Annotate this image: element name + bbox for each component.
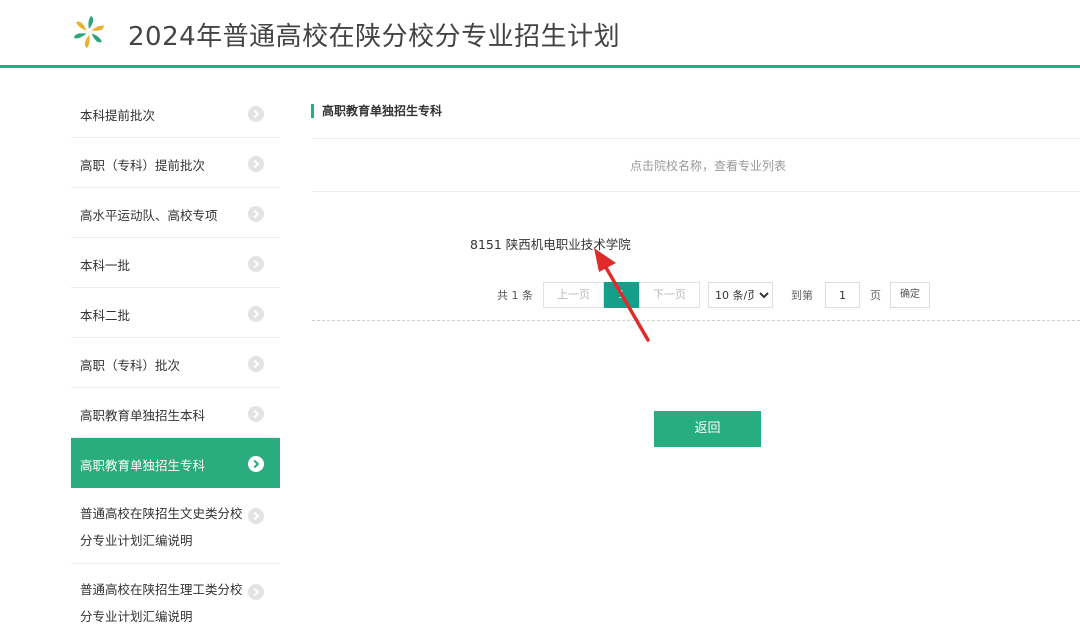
- divider: [312, 138, 1080, 139]
- sidebar-item-undergrad-batch2[interactable]: 本科二批: [71, 288, 280, 338]
- sidebar-item-separate-undergrad[interactable]: 高职教育单独招生本科: [71, 388, 280, 438]
- goto-confirm-button[interactable]: 确定: [890, 282, 930, 308]
- sidebar-item-label: 高职（专科）提前批次: [80, 158, 206, 173]
- logo-icon: [74, 16, 104, 48]
- chevron-right-icon: [248, 456, 264, 472]
- section-title: 高职教育单独招生专科: [311, 104, 442, 118]
- sidebar-item-label: 普通高校在陕招生文史类分校分专业计划汇编说明: [80, 506, 243, 548]
- dashed-divider: [312, 320, 1080, 321]
- next-page-button[interactable]: 下一页: [639, 282, 700, 308]
- sidebar-item-label: 高职（专科）批次: [80, 358, 181, 373]
- sidebar-item-label: 本科二批: [80, 308, 131, 323]
- back-button[interactable]: 返回: [654, 411, 761, 447]
- sidebar-item-science-notes[interactable]: 普通高校在陕招生理工类分校分专业计划汇编说明: [71, 564, 280, 639]
- page-number-current[interactable]: 1: [604, 282, 639, 308]
- prev-page-button[interactable]: 上一页: [543, 282, 604, 308]
- pagination: 共 1 条 上一页 1 下一页 10 条/页 到第 页 确定: [497, 282, 930, 308]
- sidebar-item-undergrad-early[interactable]: 本科提前批次: [71, 88, 280, 138]
- total-count: 共 1 条: [497, 289, 533, 302]
- sidebar-item-label: 高职教育单独招生专科: [80, 458, 206, 473]
- hint-text: 点击院校名称，查看专业列表: [629, 159, 786, 173]
- chevron-right-icon: [248, 508, 264, 524]
- sidebar-item-sports-special[interactable]: 高水平运动队、高校专项: [71, 188, 280, 238]
- goto-page-input[interactable]: [825, 282, 860, 308]
- goto-label: 到第: [791, 289, 813, 302]
- divider: [312, 191, 1080, 192]
- page-header: 2024年普通高校在陕分校分专业招生计划: [0, 0, 1080, 68]
- sidebar-item-vocational-early[interactable]: 高职（专科）提前批次: [71, 138, 280, 188]
- sidebar-nav: 本科提前批次 高职（专科）提前批次 高水平运动队、高校专项 本科一批 本科二批 …: [71, 88, 280, 639]
- page-unit-label: 页: [870, 289, 881, 302]
- sidebar-item-label: 本科一批: [80, 258, 131, 273]
- chevron-right-icon: [248, 356, 264, 372]
- sidebar-item-label: 高职教育单独招生本科: [80, 408, 206, 423]
- chevron-right-icon: [248, 406, 264, 422]
- page-title: 2024年普通高校在陕分校分专业招生计划: [128, 22, 621, 52]
- sidebar-item-liberal-arts-notes[interactable]: 普通高校在陕招生文史类分校分专业计划汇编说明: [71, 488, 280, 564]
- chevron-right-icon: [248, 256, 264, 272]
- school-link[interactable]: 8151 陕西机电职业技术学院: [470, 234, 631, 253]
- chevron-right-icon: [248, 206, 264, 222]
- sidebar-item-label: 普通高校在陕招生理工类分校分专业计划汇编说明: [80, 582, 243, 624]
- sidebar-item-label: 本科提前批次: [80, 108, 156, 123]
- sidebar-item-vocational-batch[interactable]: 高职（专科）批次: [71, 338, 280, 388]
- chevron-right-icon: [248, 106, 264, 122]
- chevron-right-icon: [248, 306, 264, 322]
- chevron-right-icon: [248, 156, 264, 172]
- sidebar-item-separate-vocational[interactable]: 高职教育单独招生专科: [71, 438, 280, 488]
- sidebar-item-undergrad-batch1[interactable]: 本科一批: [71, 238, 280, 288]
- sidebar-item-label: 高水平运动队、高校专项: [80, 208, 218, 223]
- chevron-right-icon: [248, 584, 264, 600]
- page-size-select[interactable]: 10 条/页: [708, 282, 773, 308]
